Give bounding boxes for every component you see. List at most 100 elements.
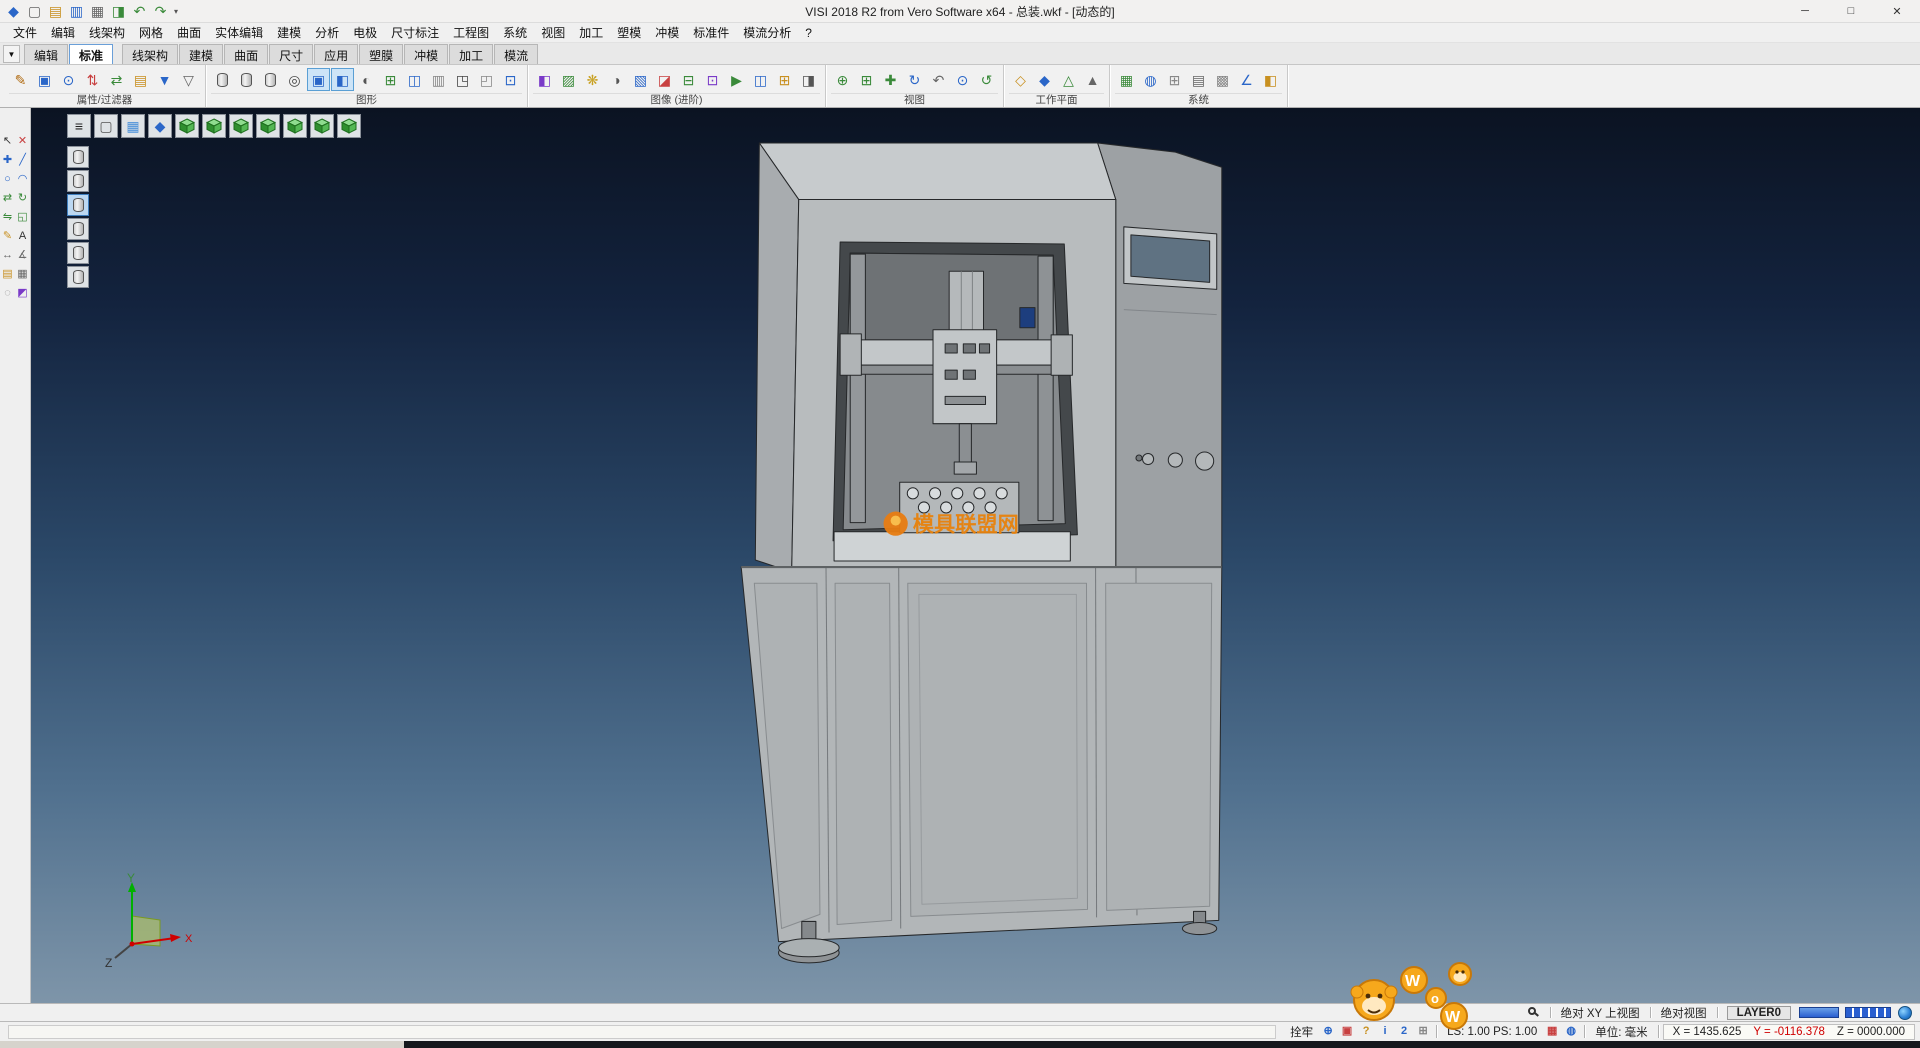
attribute-zoom-icon[interactable]: ⊙ [57, 68, 80, 91]
point-icon[interactable]: ✚ [0, 151, 15, 170]
print-icon[interactable]: ▦ [88, 2, 107, 21]
minimize-button[interactable]: ─ [1782, 0, 1828, 22]
menu-item-mesh[interactable]: 网格 [132, 23, 170, 42]
tab-die[interactable]: 冲模 [404, 44, 448, 64]
menu-item-wireframe[interactable]: 线架构 [82, 23, 132, 42]
grid-toggle-icon[interactable]: ⊞ [1163, 68, 1186, 91]
view-top-icon[interactable] [202, 114, 226, 138]
text-icon[interactable]: A [15, 227, 30, 246]
menu-item-machining[interactable]: 加工 [572, 23, 610, 42]
new-file-icon[interactable]: ▢ [25, 2, 44, 21]
system-settings-icon[interactable]: ▦ [1115, 68, 1138, 91]
key-switch[interactable] [1136, 455, 1142, 461]
model-space-icon[interactable]: ▦ [1543, 1024, 1561, 1040]
compare-icon[interactable]: ◨ [797, 68, 820, 91]
hide-icon[interactable]: ◌ [0, 284, 15, 303]
pan-icon[interactable]: ✚ [879, 68, 902, 91]
knob-large[interactable] [1196, 452, 1214, 470]
shaded-mode-icon[interactable] [211, 68, 234, 91]
hidden-line-mode-icon[interactable] [235, 68, 258, 91]
menu-item-analysis[interactable]: 分析 [308, 23, 346, 42]
checker-icon[interactable]: ▩ [1211, 68, 1234, 91]
menu-item-modeling[interactable]: 建模 [270, 23, 308, 42]
render-half-icon[interactable]: ◧ [331, 68, 354, 91]
menu-item-view[interactable]: 视图 [534, 23, 572, 42]
view-right-icon[interactable] [256, 114, 280, 138]
viewport-menu-icon[interactable]: ≡ [67, 114, 91, 138]
rotate-view-icon[interactable]: ↻ [903, 68, 926, 91]
menu-item-dimensioning[interactable]: 尺寸标注 [384, 23, 446, 42]
tab-molding[interactable]: 塑膜 [359, 44, 403, 64]
view-front-icon[interactable] [229, 114, 253, 138]
background-icon[interactable]: ▧ [629, 68, 652, 91]
menu-item-file[interactable]: 文件 [6, 23, 44, 42]
edit-attributes-icon[interactable]: ✎ [9, 68, 32, 91]
layers-icon[interactable]: ▤ [0, 265, 15, 284]
menu-item-moldflow-analysis[interactable]: 模流分析 [736, 23, 798, 42]
world-view-icon[interactable]: ◍ [1139, 68, 1162, 91]
mini-axis-icon[interactable]: ◆ [148, 114, 172, 138]
scale-icon[interactable]: ◱ [15, 208, 30, 227]
menu-item-drafting[interactable]: 工程图 [446, 23, 496, 42]
copy-attributes-icon[interactable]: ▣ [33, 68, 56, 91]
knob-medium[interactable] [1168, 453, 1182, 467]
display-hidden-line-icon[interactable] [67, 218, 89, 240]
status-abs-view[interactable]: 绝对视图 [1655, 1005, 1713, 1021]
workplane-normal-icon[interactable]: ▲ [1081, 68, 1104, 91]
display-points-icon[interactable] [67, 266, 89, 288]
refresh-view-icon[interactable]: ↺ [975, 68, 998, 91]
workplane-3pt-icon[interactable]: △ [1057, 68, 1080, 91]
render-mode-icon[interactable]: ▦ [121, 114, 145, 138]
world-cs-icon[interactable]: ◍ [1562, 1024, 1580, 1040]
white-canvas-icon[interactable]: ▢ [94, 114, 118, 138]
redo-icon[interactable]: ↷ [151, 2, 170, 21]
frame-display-icon[interactable]: ⊡ [499, 68, 522, 91]
filter-swap-icon[interactable]: ⇄ [105, 68, 128, 91]
measure-icon[interactable]: ∡ [15, 246, 30, 265]
quick-select-icon[interactable]: ▽ [177, 68, 200, 91]
knob-small[interactable] [1143, 453, 1154, 464]
menu-item-standard-parts[interactable]: 标准件 [686, 23, 736, 42]
dimension-icon[interactable]: ↔ [0, 246, 15, 265]
select-icon[interactable]: ↖ [0, 132, 15, 151]
render-image-icon[interactable]: ◧ [533, 68, 556, 91]
machine-left-face[interactable] [755, 143, 798, 572]
sketch-icon[interactable]: ✎ [0, 227, 15, 246]
tab-dimension[interactable]: 尺寸 [269, 44, 313, 64]
menu-item-die[interactable]: 冲模 [648, 23, 686, 42]
workplane-xy-icon[interactable]: ◇ [1009, 68, 1032, 91]
globe-icon[interactable] [1898, 1006, 1912, 1020]
machine-hood[interactable] [759, 143, 1115, 200]
close-button[interactable]: ✕ [1874, 0, 1920, 22]
render-solid-icon[interactable]: ▣ [307, 68, 330, 91]
properties-icon[interactable]: ▦ [15, 265, 30, 284]
status-search-button[interactable] [1522, 1007, 1546, 1018]
move-icon[interactable]: ⇄ [0, 189, 15, 208]
lighting-icon[interactable]: ❋ [581, 68, 604, 91]
message-area[interactable] [8, 1025, 1276, 1039]
materials-icon[interactable]: ◧ [1259, 68, 1282, 91]
display-wireframe-icon[interactable] [67, 170, 89, 192]
tab-dropdown-icon[interactable]: ▼ [3, 45, 20, 63]
view-bottom-icon[interactable] [337, 114, 361, 138]
tab-modeling[interactable]: 建模 [179, 44, 223, 64]
menu-item-surface[interactable]: 曲面 [170, 23, 208, 42]
corner-view-icon[interactable]: ◳ [451, 68, 474, 91]
quarter-view-icon[interactable]: ◰ [475, 68, 498, 91]
circle-icon[interactable]: ○ [0, 170, 15, 189]
tab-surface[interactable]: 曲面 [224, 44, 268, 64]
zoom-window-icon[interactable]: ⊞ [855, 68, 878, 91]
menu-item-electrode[interactable]: 电极 [346, 23, 384, 42]
menu-item-edit[interactable]: 编辑 [44, 23, 82, 42]
clip-plane-icon[interactable]: ⊟ [677, 68, 700, 91]
shadow-icon[interactable]: ◑ [605, 68, 628, 91]
grid-display-icon[interactable]: ⊞ [379, 68, 402, 91]
previous-view-icon[interactable]: ↶ [927, 68, 950, 91]
dynamic-view-icon[interactable]: ⊙ [951, 68, 974, 91]
view-iso-icon[interactable] [175, 114, 199, 138]
tab-machining[interactable]: 加工 [449, 44, 493, 64]
tab-moldflow[interactable]: 模流 [494, 44, 538, 64]
line-icon[interactable]: ╱ [15, 151, 30, 170]
status-view-mode[interactable]: 绝对 XY 上视图 [1555, 1005, 1646, 1021]
tab-wireframe[interactable]: 线架构 [122, 44, 178, 64]
